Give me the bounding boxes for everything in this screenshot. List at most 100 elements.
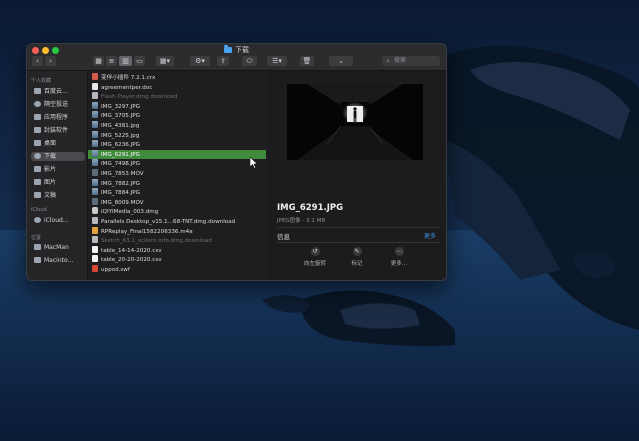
disk-icon [34, 257, 41, 263]
path-dropdown[interactable]: ⌄ [329, 56, 353, 66]
delete-button[interactable]: 🗑 [300, 56, 314, 66]
file-name: IMG_6236.JPG [101, 142, 140, 149]
group-button[interactable]: ▦▾ [156, 56, 174, 66]
group-icon: ▦▾ [159, 57, 171, 65]
list-icon: ≡ [108, 57, 115, 65]
rotate-left-icon: ↺ [310, 247, 320, 256]
titlebar: 下载 ‹ › ▦ ≡ ▥ ▭ ▦▾ ⚙▾ ⇪ ⬭ ☰▾ 🗑 ⌄ ⌕ 搜索 [27, 44, 446, 71]
finder-window: 下载 ‹ › ▦ ≡ ▥ ▭ ▦▾ ⚙▾ ⇪ ⬭ ☰▾ 🗑 ⌄ ⌕ 搜索 个人收… [26, 43, 447, 281]
sidebar-item-label: 应用程序 [44, 114, 69, 121]
sidebar-item-label: MacMan [44, 244, 69, 251]
action-button[interactable]: ⚙▾ [190, 56, 210, 66]
spreadsheet-file-icon [92, 255, 98, 263]
list-item[interactable]: iQIYIMedia_003.dmg [88, 207, 266, 217]
sort-button[interactable]: ☰▾ [267, 56, 287, 66]
list-item[interactable]: IMG_4381.jpg [88, 121, 266, 131]
image-file-icon [92, 140, 98, 148]
tag-button[interactable]: ⬭ [242, 56, 257, 66]
list-item[interactable]: Flash Player.dmg.download [88, 92, 266, 102]
view-icons-button[interactable]: ▦ [93, 56, 104, 66]
image-file-icon [92, 101, 98, 109]
sidebar-item-downloads[interactable]: 下载 [31, 152, 85, 161]
preview-file-name: IMG_6291.JPG [277, 203, 344, 213]
file-name: IMG_8009.MOV [101, 199, 144, 206]
tag-icon: ⬭ [246, 57, 253, 65]
list-item[interactable]: uppod.swf [88, 265, 266, 275]
list-item[interactable]: table_20-20-2020.csv [88, 255, 266, 265]
image-file-icon [92, 178, 98, 186]
file-name: IMG_6291.JPG [101, 151, 140, 158]
list-item[interactable]: table_14-14-2020.csv [88, 245, 266, 256]
pictures-icon [34, 179, 41, 185]
sidebar-item-pictures[interactable]: 图片 [31, 178, 85, 187]
list-item[interactable]: IMG_7498.JPG [88, 159, 266, 169]
window-title-label: 下载 [235, 46, 249, 54]
sidebar-item-documents[interactable]: 文稿 [31, 191, 85, 200]
sidebar-item-label: 封装软件 [44, 127, 69, 134]
search-placeholder: 搜索 [394, 57, 407, 64]
search-icon: ⌕ [386, 57, 390, 65]
markup-button[interactable]: ✎ 标记 [337, 247, 377, 267]
share-button[interactable]: ⇪ [217, 56, 229, 66]
search-input[interactable]: ⌕ 搜索 [382, 56, 440, 66]
file-name: IMG_3297.JPG [101, 103, 140, 110]
desktop-icon [34, 140, 41, 146]
list-item[interactable]: IMG_7884.JPG [88, 188, 266, 198]
preview-pane: IMG_6291.JPG JPEG图像 - 3.1 MB 信息 更多 ↺ 向左旋… [267, 71, 446, 280]
sidebar-item-movies[interactable]: 影片 [31, 165, 85, 174]
back-button[interactable]: ‹ [32, 56, 43, 66]
sidebar-item-desktop[interactable]: 桌面 [31, 139, 85, 148]
sidebar-item-label: 影片 [44, 166, 57, 173]
file-name: IMG_7853.MOV [101, 171, 144, 177]
view-list-button[interactable]: ≡ [106, 56, 117, 66]
list-item[interactable]: 变伴小插件 7.2.1.crx [88, 73, 266, 83]
image-file-icon [92, 159, 98, 167]
forward-button[interactable]: › [45, 56, 56, 66]
sidebar-item-macintosh-hd[interactable]: Macinto… [31, 256, 85, 265]
view-gallery-button[interactable]: ▭ [134, 56, 145, 66]
rotate-left-label: 向左旋转 [303, 261, 326, 267]
sidebar-item-airdrop[interactable]: 隔空投送 [31, 100, 85, 109]
list-item[interactable]: agreementper.doc [88, 82, 266, 93]
file-name: 变伴小插件 7.2.1.crx [101, 75, 156, 81]
markup-icon: ✎ [352, 247, 362, 256]
image-file-icon [92, 111, 98, 119]
sidebar-item-applications[interactable]: 应用程序 [31, 113, 85, 122]
list-item[interactable]: IMG_3705.JPG [88, 111, 266, 121]
icloud-icon [34, 217, 41, 223]
image-file-icon [92, 121, 98, 128]
grid-icon: ▦ [95, 57, 102, 65]
download-file-icon [92, 92, 98, 100]
file-name: IMG_7498.JPG [101, 161, 140, 168]
list-item[interactable]: IMG_5225.jpg [88, 130, 266, 141]
file-name: table_20-20-2020.csv [101, 257, 162, 264]
list-item[interactable]: IMG_6236.JPG [88, 140, 266, 150]
list-item-selected[interactable]: IMG_6291.JPG [88, 149, 266, 160]
file-name: agreementper.doc [101, 84, 153, 91]
more-actions-label: 更多… [390, 261, 408, 267]
sidebar-item-macman[interactable]: MacMan [31, 243, 85, 252]
sidebar-item-packaged-software[interactable]: 封装软件 [31, 126, 85, 135]
info-more-link[interactable]: 更多 [424, 231, 436, 240]
list-item[interactable]: Parallels Desktop_v15.1...68-TNT.dmg.dow… [88, 217, 266, 227]
chevron-down-icon: ⌄ [338, 57, 344, 65]
list-item[interactable]: IMG_8009.MOV [88, 197, 266, 208]
sidebar-item-baiduyun[interactable]: 百度云… [31, 87, 85, 96]
list-item[interactable]: Sketch_63.1_xclient.info.dmg.download [88, 236, 266, 246]
file-name: IMG_3705.JPG [101, 113, 140, 120]
view-columns-button[interactable]: ▥ [119, 56, 132, 66]
image-file-icon [92, 130, 98, 138]
share-icon: ⇪ [220, 57, 226, 65]
sidebar-item-icloud-drive[interactable]: iCloud… [31, 216, 85, 225]
more-actions-button[interactable]: ⋯ 更多… [379, 247, 419, 267]
file-name: uppod.swf [101, 267, 130, 273]
rotate-left-button[interactable]: ↺ 向左旋转 [295, 247, 335, 267]
list-item[interactable]: RPReplay_Final1582206336.m4a [88, 226, 266, 237]
markup-label: 标记 [351, 261, 363, 267]
folder-icon [224, 45, 232, 53]
list-item[interactable]: IMG_3297.JPG [88, 101, 266, 112]
downloads-icon [34, 153, 41, 159]
list-item[interactable]: IMG_7882.JPG [88, 178, 266, 189]
file-name: RPReplay_Final1582206336.m4a [101, 228, 193, 235]
list-item[interactable]: IMG_7853.MOV [88, 169, 266, 179]
